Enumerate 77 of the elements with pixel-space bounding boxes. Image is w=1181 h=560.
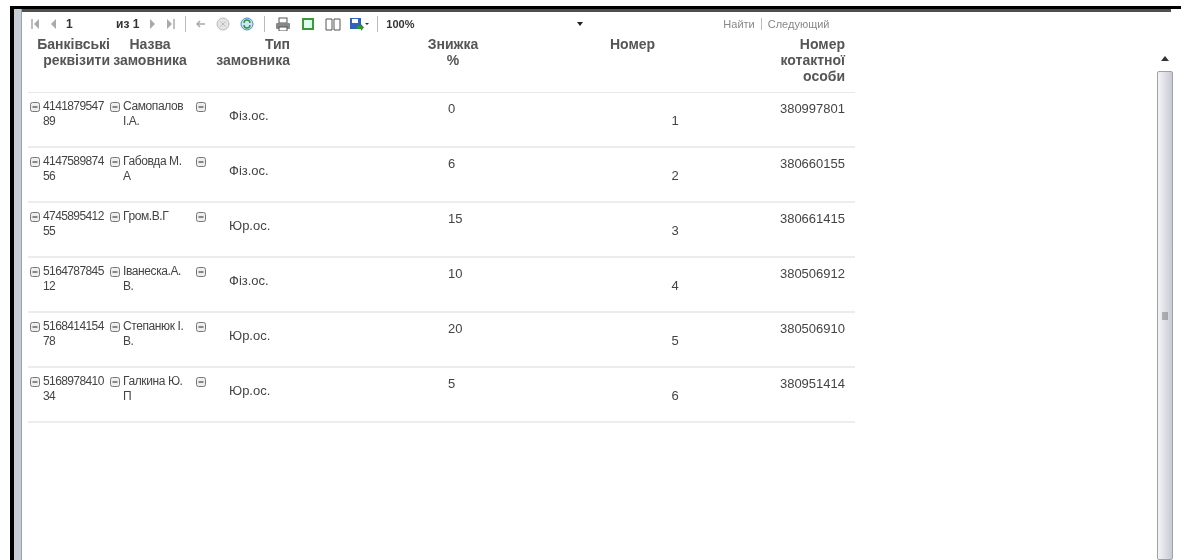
page-layout-icon[interactable]	[301, 17, 316, 31]
collapse-icon[interactable]	[110, 102, 120, 112]
table-cell-text: Фіз.ос.	[229, 107, 269, 125]
table-cell: 20	[448, 321, 463, 336]
collapse-icon[interactable]	[196, 377, 206, 387]
table-cell-text: Габовда М.А	[123, 154, 183, 185]
table-cell-text: 516897841034	[43, 374, 105, 405]
table-cell-text: 474589541255	[43, 209, 105, 240]
page-number-field[interactable]: 1	[66, 15, 116, 33]
collapse-icon[interactable]	[196, 212, 206, 222]
column-header[interactable]: Номер	[550, 36, 710, 52]
collapse-icon[interactable]	[30, 157, 40, 167]
save-icon[interactable]	[349, 17, 370, 31]
previous-page-icon[interactable]	[50, 17, 57, 31]
table-cell: 380997801	[779, 101, 845, 116]
collapse-icon[interactable]	[30, 212, 40, 222]
collapse-icon[interactable]	[30, 267, 40, 277]
table-cell-text: Юр.ос.	[229, 217, 271, 235]
table-cell-text: Степанюк І.В.	[123, 319, 185, 350]
print-icon[interactable]	[275, 17, 292, 31]
collapse-icon[interactable]	[110, 322, 120, 332]
column-header[interactable]: Назва замовника	[110, 36, 190, 68]
collapse-icon[interactable]	[196, 322, 206, 332]
next-page-icon[interactable]	[149, 17, 157, 31]
page-setup-icon[interactable]	[325, 17, 342, 31]
table-cell-text: Іванеска.А.В.	[123, 264, 182, 295]
first-page-icon[interactable]	[31, 17, 40, 31]
table-cell-text: 414758987456	[43, 154, 105, 185]
find-next-link[interactable]: Следующий	[767, 15, 830, 33]
collapse-icon[interactable]	[110, 377, 120, 387]
grip-icon	[1162, 311, 1168, 320]
collapse-icon[interactable]	[196, 157, 206, 167]
table-cell: 15	[448, 211, 463, 226]
table-cell: 0	[448, 101, 456, 116]
collapse-icon[interactable]	[110, 267, 120, 277]
table-cell-text: 414187954789	[43, 99, 105, 130]
table-cell-text: 4	[671, 277, 679, 295]
table-cell: 380506912	[779, 266, 845, 281]
table-cell-text: 3	[671, 222, 679, 240]
collapse-icon[interactable]	[110, 212, 120, 222]
last-page-icon[interactable]	[166, 17, 176, 31]
zoom-dropdown[interactable]: 100%	[383, 15, 584, 33]
refresh-icon[interactable]	[240, 17, 255, 31]
collapse-icon[interactable]	[30, 102, 40, 112]
table-cell: 380951414	[779, 376, 845, 391]
caret-icon	[577, 22, 584, 26]
table-cell: 5	[448, 376, 456, 391]
table-cell-text: Юр.ос.	[229, 382, 271, 400]
collapse-icon[interactable]	[30, 377, 40, 387]
table-cell-text: Самопалов І.А.	[123, 99, 185, 130]
table-cell: 6	[448, 156, 456, 171]
column-header[interactable]: Знижка %	[423, 36, 483, 68]
table-cell-text: Гром.В.Г	[123, 209, 170, 225]
find-link[interactable]: Найти	[723, 15, 755, 33]
table-cell-text: 2	[671, 167, 679, 185]
table-cell: 10	[448, 266, 463, 281]
table-cell-text: Фіз.ос.	[229, 272, 269, 290]
column-header[interactable]: Тип замовника	[190, 36, 290, 68]
scroll-up-icon[interactable]	[1161, 55, 1169, 61]
table-cell-text: Юр.ос.	[229, 327, 271, 345]
collapse-icon[interactable]	[196, 102, 206, 112]
column-header[interactable]: Банківські реквізити	[28, 36, 110, 68]
collapse-icon[interactable]	[110, 157, 120, 167]
table-cell-text: Фіз.ос.	[229, 162, 269, 180]
table-cell-text: 6	[671, 387, 679, 405]
table-cell: 380661415	[779, 211, 845, 226]
table-cell-text: Галкина Ю.П	[123, 374, 184, 405]
table-cell: 380660155	[779, 156, 845, 171]
table-cell-text: 516841415478	[43, 319, 105, 350]
page-count: из 1	[116, 16, 140, 33]
table-cell-text: 1	[671, 112, 679, 130]
table-cell-text: 516478784512	[43, 264, 105, 295]
table-cell: 380506910	[779, 321, 845, 336]
column-header[interactable]: Номер котактної особи	[710, 36, 845, 84]
table-cell-text: 5	[671, 332, 679, 350]
collapse-icon[interactable]	[30, 322, 40, 332]
collapse-icon[interactable]	[196, 267, 206, 277]
